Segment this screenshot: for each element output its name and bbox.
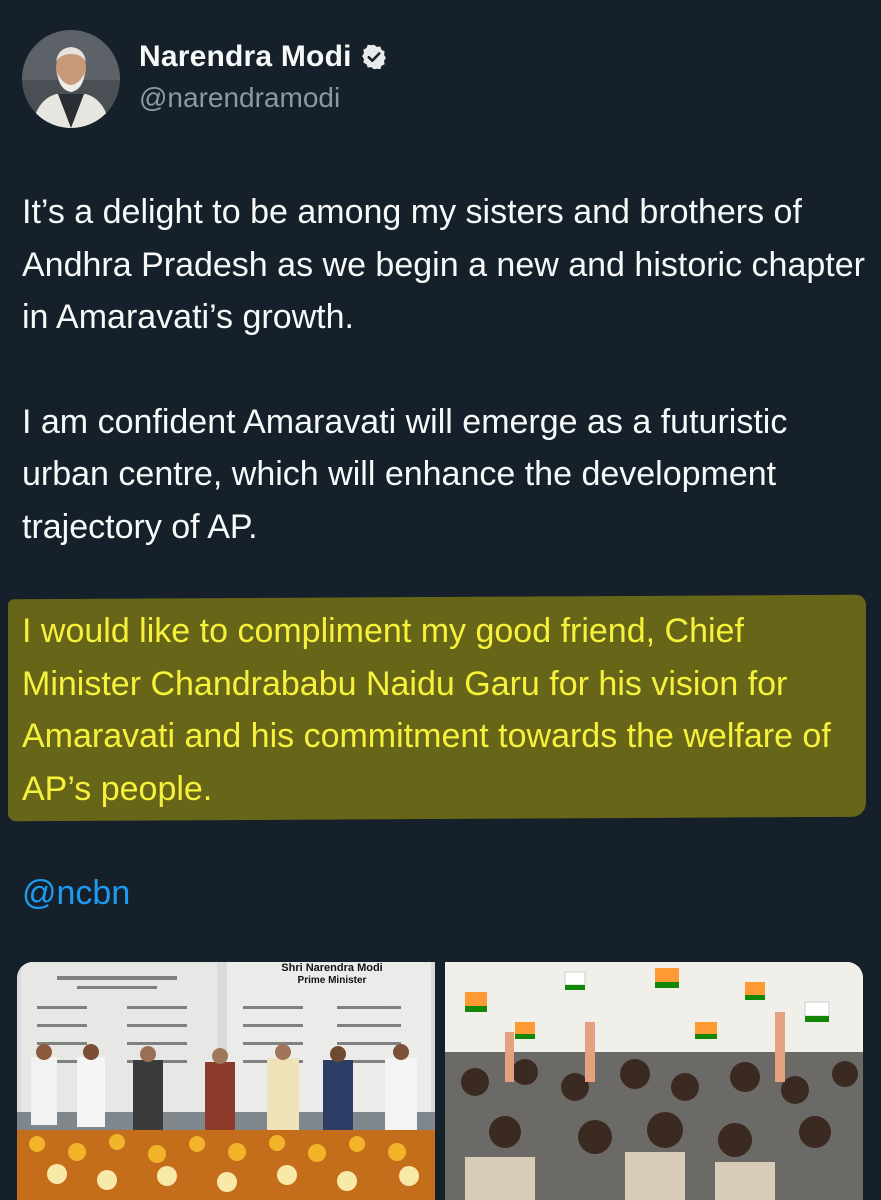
media-gallery: Shri Narendra Modi Prime Minister [17, 962, 863, 1200]
media-image-stage[interactable]: Shri Narendra Modi Prime Minister [17, 962, 435, 1200]
tweet-text: It’s a delight to be among my sisters an… [8, 186, 872, 920]
stage-subtitle: Prime Minister [297, 975, 367, 986]
author-name-row: Narendra Modi [139, 40, 388, 74]
profile-photo-icon [22, 30, 120, 128]
stage-title: Shri Narendra Modi [281, 962, 383, 974]
highlighted-paragraph: I would like to compliment my good frien… [8, 594, 872, 822]
avatar[interactable] [22, 30, 120, 128]
tweet-paragraph-1: It’s a delight to be among my sisters an… [22, 193, 865, 336]
tweet-paragraph-3: I would like to compliment my good frien… [22, 612, 831, 808]
author-handle[interactable]: @narendramodi [139, 82, 340, 114]
mention-link[interactable]: @ncbn [22, 867, 872, 920]
media-image-crowd[interactable] [445, 962, 863, 1200]
tweet-paragraph-2: I am confident Amaravati will emerge as … [22, 402, 788, 546]
verified-badge-icon[interactable] [360, 43, 388, 71]
author-display-name[interactable]: Narendra Modi [139, 40, 352, 74]
